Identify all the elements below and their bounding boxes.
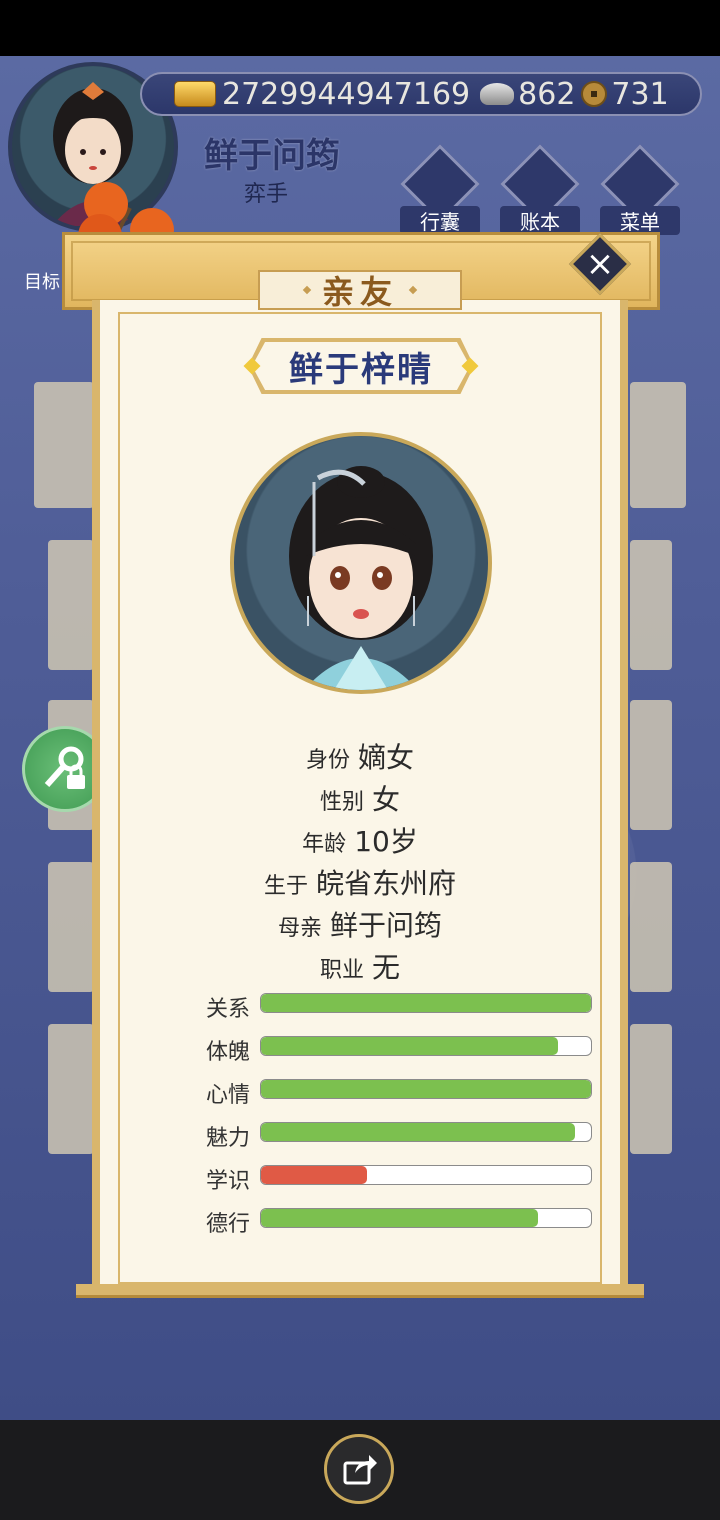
target-label[interactable]: 目标 [24,268,60,294]
stat-bar-fill [261,994,591,1012]
close-icon[interactable]: × [578,242,622,286]
character-name-plate: 鲜于梓晴 [243,338,479,394]
girl-portrait-icon [289,466,433,690]
stat-bar-fill [261,1123,575,1141]
stat-bar [260,1036,592,1056]
stat-row: 关系 [206,993,596,1022]
coin-amount: 731 [611,76,669,112]
stat-bar-fill [261,1080,591,1098]
menu-label: 菜单 [600,206,680,235]
stat-bar-fill [261,1209,539,1227]
stat-bar [260,1208,592,1228]
bg-card [630,540,672,670]
bag-button[interactable]: 行囊 [400,144,480,235]
info-value: 女 [372,783,401,816]
stat-row: 学识 [206,1165,596,1194]
info-value: 皖省东州府 [316,867,457,900]
bg-card [48,540,94,670]
stat-label: 德行 [206,1212,251,1237]
info-label: 职业 [319,958,364,983]
character-name: 鲜于梓晴 [289,349,433,390]
info-label: 身份 [305,748,350,773]
info-row: 性别女 [118,778,602,818]
player-title: 弈手 [244,182,289,207]
info-value: 鲜于问筠 [330,909,443,942]
info-value: 嫡女 [358,741,415,774]
info-label: 生于 [263,874,308,899]
bg-card [630,862,672,992]
info-value: 10岁 [354,825,418,858]
currency-bar: 2729944947169 862 731 [140,72,702,116]
stat-bar [260,1165,592,1185]
info-row: 年龄 10岁 [118,820,602,860]
dialog-title: 亲友 [321,273,398,311]
stat-bar-fill [261,1037,558,1055]
dialog-title-plaque: 亲友 [258,270,462,311]
stat-label: 魅力 [206,1126,251,1151]
stat-row: 魅力 [206,1122,596,1151]
dot-ornament-icon [302,285,312,295]
stat-label: 体魄 [206,1040,251,1065]
bg-card [630,700,672,830]
player-name: 鲜于问筠 [204,136,340,176]
bg-card [34,382,94,508]
stat-bar-fill [261,1166,367,1184]
stat-label: 心情 [206,1083,251,1108]
info-label: 性别 [319,790,364,815]
bg-card [630,1024,672,1154]
stat-label: 关系 [206,997,251,1022]
info-row: 生于 皖省东州府 [118,862,602,902]
menu-button[interactable]: 菜单 [600,144,680,235]
dot-ornament-icon [408,285,418,295]
copper-coin-icon [581,81,608,107]
stat-bar [260,1079,592,1099]
bag-label: 行囊 [400,206,480,235]
bg-card [630,382,686,508]
key-lock-icon [44,746,85,789]
share-icon [343,1455,377,1485]
info-row: 身份 嫡女 [118,736,602,776]
info-row: 母亲 鲜于问筠 [118,904,602,944]
share-button[interactable] [324,1434,394,1504]
stat-bar [260,1122,592,1142]
ledger-button[interactable]: 账本 [500,144,580,235]
ledger-label: 账本 [500,206,580,235]
stat-row: 体魄 [206,1036,596,1065]
gold-ingot-icon [174,81,216,107]
info-label: 年龄 [302,832,347,857]
stat-row: 德行 [206,1208,596,1237]
bg-card [48,862,94,992]
status-bar [0,0,720,56]
bg-card [48,1024,94,1154]
dialog-scroll-rod [76,1284,644,1298]
stat-label: 学识 [206,1169,251,1194]
gold-amount: 2729944947169 [222,76,471,112]
info-label: 母亲 [277,916,322,941]
info-value: 无 [372,951,401,984]
info-row: 职业无 [118,946,602,986]
silver-amount: 862 [518,76,576,112]
stat-row: 心情 [206,1079,596,1108]
stat-bar [260,993,592,1013]
silver-ingot-icon [480,83,515,105]
character-portrait [230,432,492,694]
